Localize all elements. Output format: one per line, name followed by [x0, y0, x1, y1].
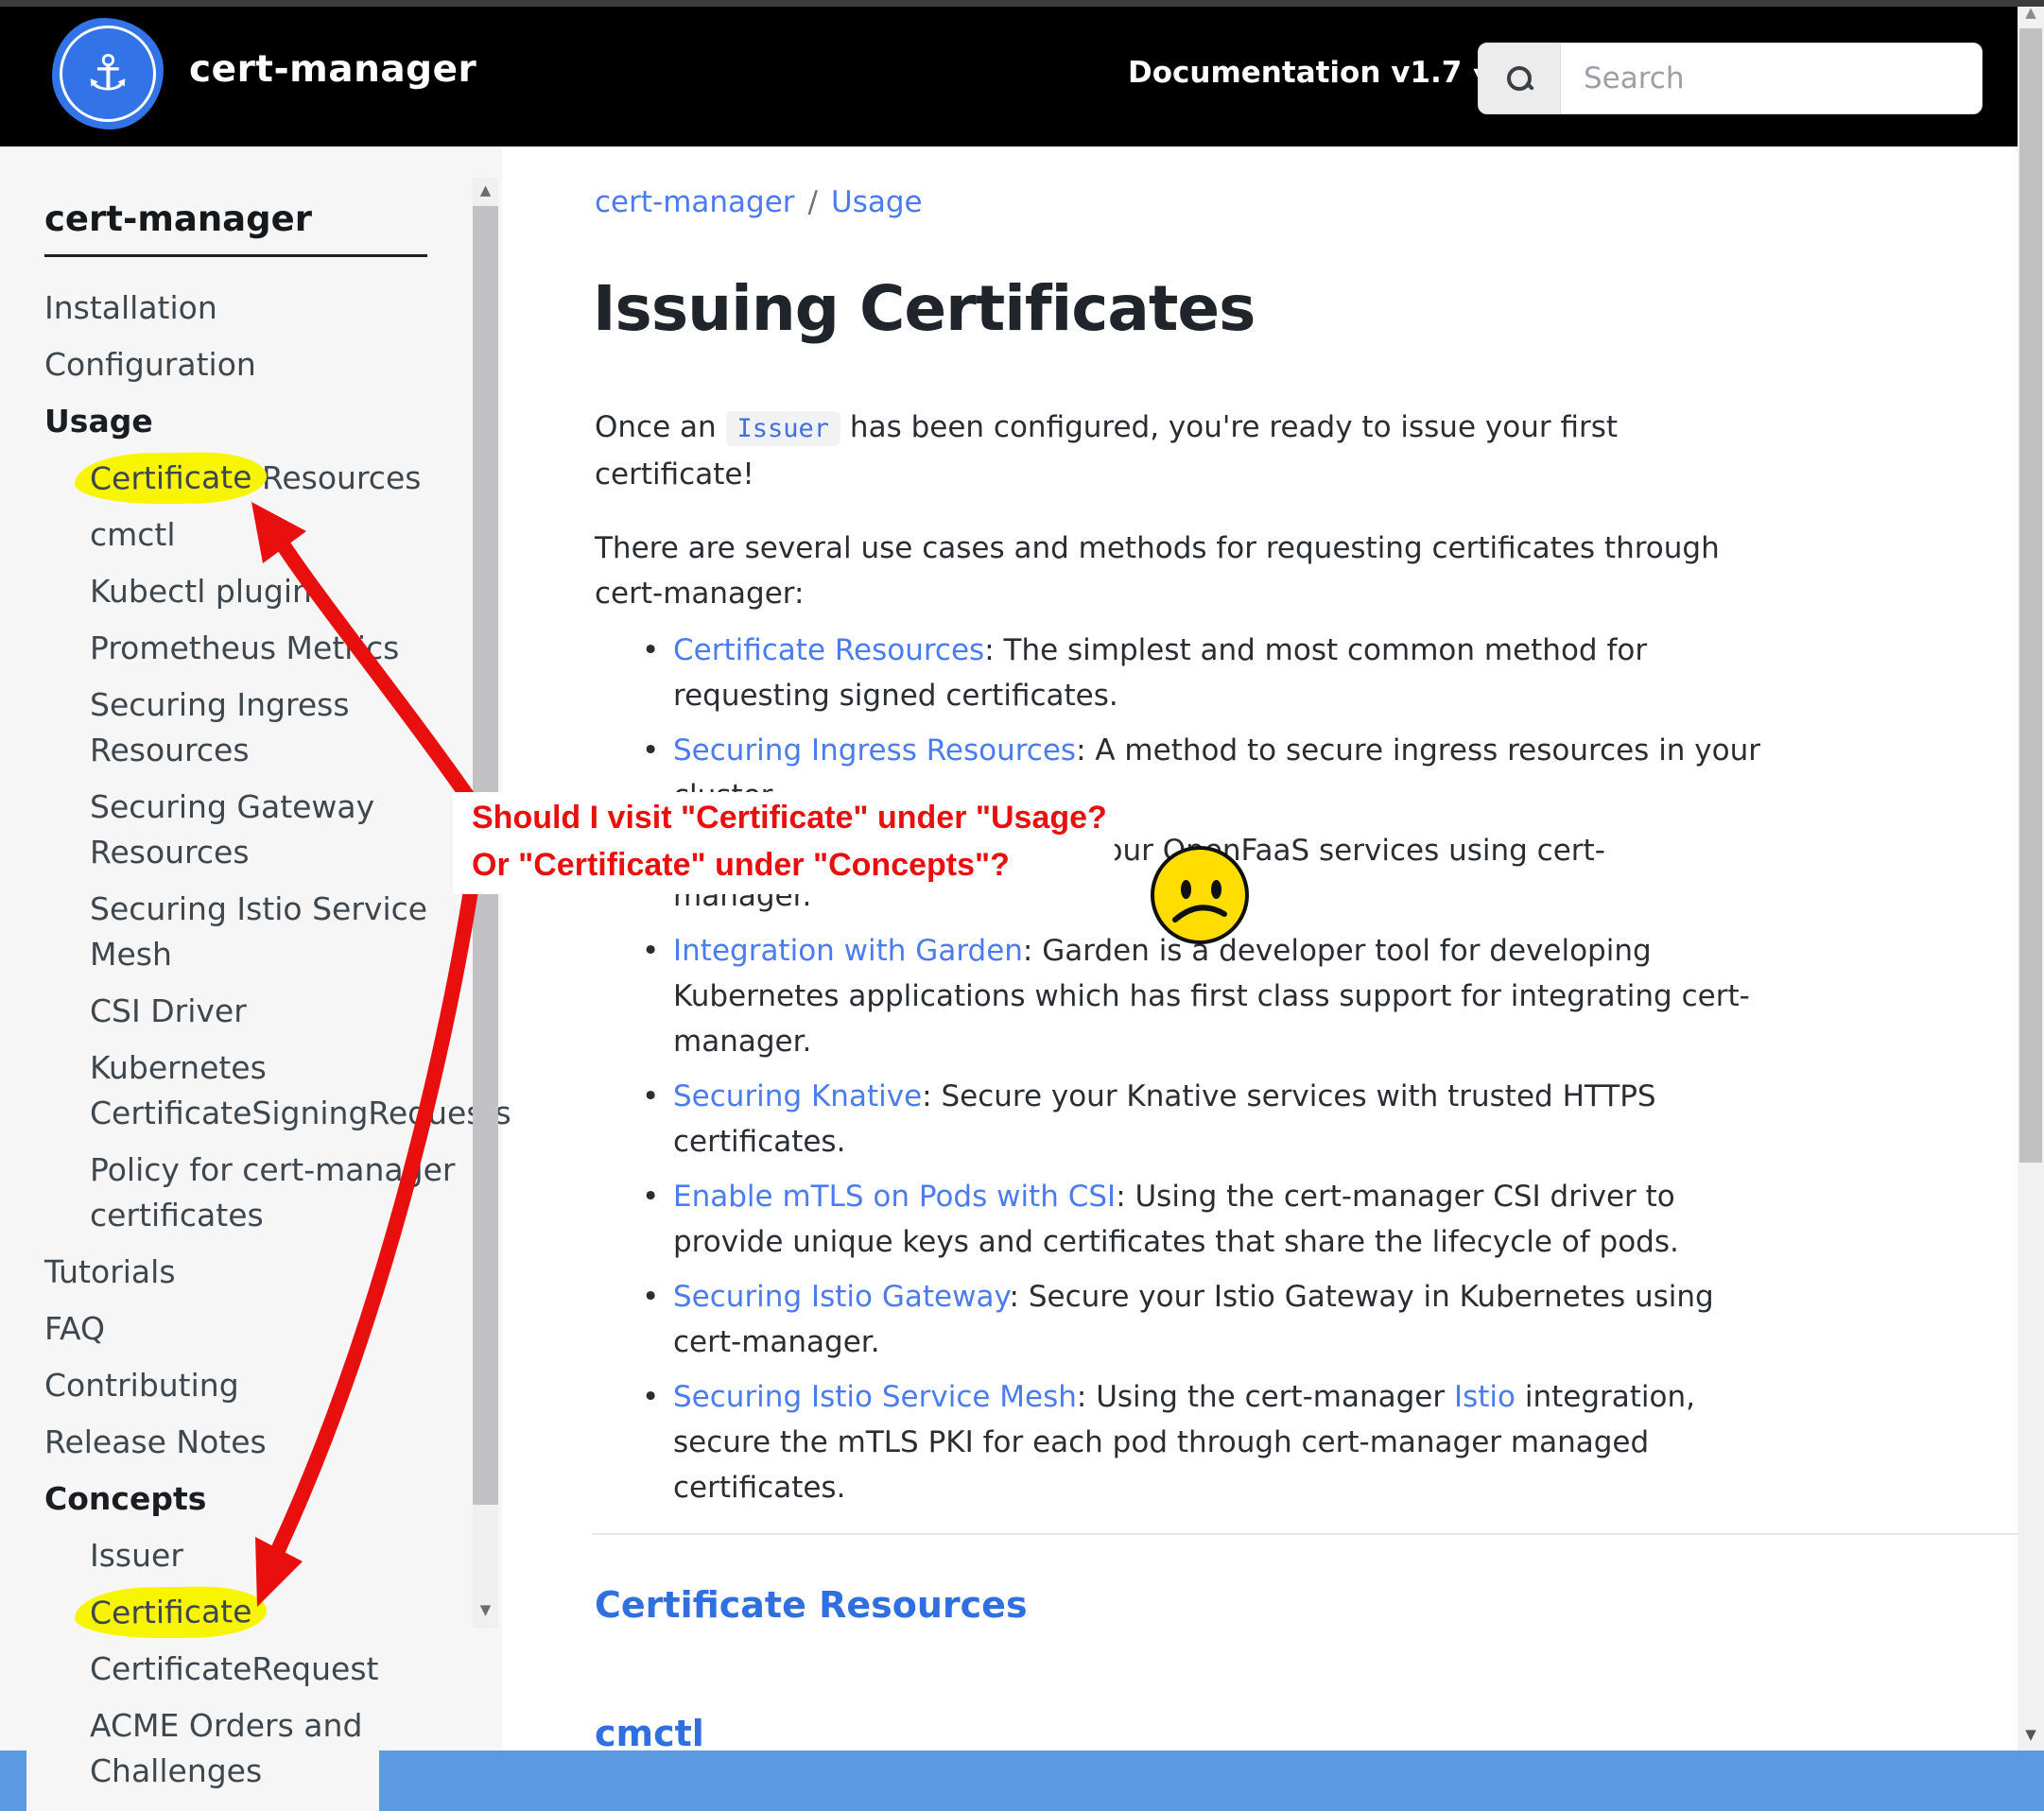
- sidebar-scroll-up-icon[interactable]: ▲: [473, 181, 498, 198]
- page-scrollbar-thumb[interactable]: [2019, 28, 2042, 1163]
- search-button[interactable]: [1479, 43, 1561, 113]
- section-divider: [593, 1533, 2018, 1535]
- use-case-item: Securing Knative: Secure your Knative se…: [595, 1074, 2013, 1164]
- sidebar-item-usage[interactable]: Usage: [44, 399, 502, 444]
- use-case-item: Securing Istio Service Mesh: Using the c…: [595, 1374, 2013, 1510]
- use-case-item: Securing Istio Gateway: Secure your Isti…: [595, 1274, 2013, 1365]
- docs-version-label: Documentation v1.7: [1128, 56, 1462, 90]
- doc-link-securing-istio-gateway[interactable]: Securing Istio Gateway: [673, 1280, 1010, 1314]
- sidebar-item-securing-ingress[interactable]: Securing Ingress Resources: [44, 682, 502, 773]
- sidebar-item-contributing[interactable]: Contributing: [44, 1363, 502, 1408]
- anchor-icon: ⚓: [60, 26, 156, 122]
- doc-link-securing-knative[interactable]: Securing Knative: [673, 1079, 922, 1113]
- doc-link-enable-mtls-on-pods-with-csi[interactable]: Enable mTLS on Pods with CSI: [673, 1180, 1116, 1214]
- sidebar-scroll-down-icon[interactable]: ▼: [473, 1601, 498, 1618]
- sidebar-item-certificaterequest[interactable]: CertificateRequest: [44, 1647, 502, 1692]
- sidebar-item-csi-driver[interactable]: CSI Driver: [44, 989, 502, 1034]
- sidebar-item-certificate-resources[interactable]: Certificate Resources: [44, 456, 502, 501]
- sidebar-title: cert-manager: [44, 198, 502, 239]
- sidebar-item-issuer[interactable]: Issuer: [44, 1533, 502, 1578]
- doc-link-integration-with-garden[interactable]: Integration with Garden: [673, 934, 1023, 968]
- sidebar-item-faq[interactable]: FAQ: [44, 1306, 502, 1352]
- sidebar-item-acme-orders-and[interactable]: ACME Orders and Challenges: [44, 1703, 502, 1794]
- issuer-code-chip: Issuer: [726, 411, 841, 446]
- doc-link-istio[interactable]: Istio: [1454, 1380, 1516, 1414]
- page: ⚓ cert-manager Documentation v1.7▾ cert-…: [0, 0, 2044, 1811]
- breadcrumb: cert-manager / Usage: [595, 185, 923, 219]
- use-case-list: Certificate Resources: The simplest and …: [595, 628, 2013, 1520]
- sidebar-item-policy-for-cert-manager[interactable]: Policy for cert-manager certificates: [44, 1147, 502, 1238]
- sidebar: cert-manager Installation Configuration Us…: [0, 147, 502, 1751]
- yellow-highlight: Certificate: [75, 1586, 268, 1639]
- cert-manager-logo[interactable]: ⚓: [52, 18, 164, 129]
- annotation-note-box: Should I visit "Certificate" under "Usag…: [453, 792, 1115, 894]
- sidebar-item-cmctl[interactable]: cmctl: [44, 512, 502, 558]
- sidebar-item-configuration[interactable]: Configuration: [44, 342, 502, 388]
- window-top-strip: [0, 0, 2044, 7]
- sidebar-item-certificate[interactable]: Certificate: [44, 1590, 502, 1635]
- doc-link-certificate-resources[interactable]: Certificate Resources: [673, 633, 984, 667]
- sidebar-nav: Installation Configuration Usage Certificat…: [44, 285, 502, 1794]
- sidebar-item-concepts[interactable]: Concepts: [44, 1476, 502, 1522]
- sidebar-divider: [44, 254, 427, 257]
- sidebar-item-kubectl-plugin[interactable]: Kubectl plugin: [44, 569, 502, 614]
- brand-title: cert-manager: [189, 48, 476, 91]
- breadcrumb-current-link[interactable]: Usage: [831, 185, 923, 219]
- header-bar: ⚓ cert-manager Documentation v1.7▾: [0, 7, 2018, 147]
- yellow-highlight: Certificate: [75, 452, 268, 505]
- sidebar-item-securing-gateway[interactable]: Securing Gateway Resources: [44, 785, 502, 875]
- use-case-item: Enable mTLS on Pods with CSI: Using the …: [595, 1174, 2013, 1265]
- page-title: Issuing Certificates: [593, 272, 1255, 345]
- breadcrumb-home-link[interactable]: cert-manager: [595, 185, 795, 219]
- use-case-item: Certificate Resources: The simplest and …: [595, 628, 2013, 718]
- doc-link-securing-istio-service-mesh[interactable]: Securing Istio Service Mesh: [673, 1380, 1077, 1414]
- section-heading-cmctl[interactable]: cmctl: [595, 1713, 704, 1754]
- intro-paragraph: Once an Issuer has been configured, you'…: [595, 405, 1984, 497]
- page-scroll-down-icon[interactable]: ▼: [2018, 1726, 2044, 1743]
- sidebar-item-installation[interactable]: Installation: [44, 285, 502, 331]
- section-heading-certificate-resources[interactable]: Certificate Resources: [595, 1584, 1028, 1626]
- search-input[interactable]: [1561, 43, 1982, 113]
- search-icon: [1507, 66, 1532, 91]
- doc-link-securing-ingress-resources[interactable]: Securing Ingress Resources: [673, 733, 1076, 768]
- breadcrumb-separator: /: [808, 185, 818, 219]
- lead-paragraph: There are several use cases and methods …: [595, 526, 1984, 616]
- search-box: [1478, 43, 1983, 114]
- confused-face-icon: [1151, 846, 1249, 944]
- sidebar-item-kubernetes[interactable]: Kubernetes CertificateSigningRequests: [44, 1045, 502, 1136]
- sidebar-item-tutorials[interactable]: Tutorials: [44, 1250, 502, 1295]
- sidebar-item-prometheus-metrics[interactable]: Prometheus Metrics: [44, 626, 502, 671]
- annotation-note-text: Should I visit "Certificate" under "Usag…: [472, 794, 1107, 888]
- sidebar-item-release-notes[interactable]: Release Notes: [44, 1420, 502, 1465]
- use-case-item: Integration with Garden: Garden is a dev…: [595, 928, 2013, 1064]
- sidebar-item-securing-istio-service[interactable]: Securing Istio Service Mesh: [44, 887, 502, 977]
- docs-version-dropdown[interactable]: Documentation v1.7▾: [1128, 56, 1484, 90]
